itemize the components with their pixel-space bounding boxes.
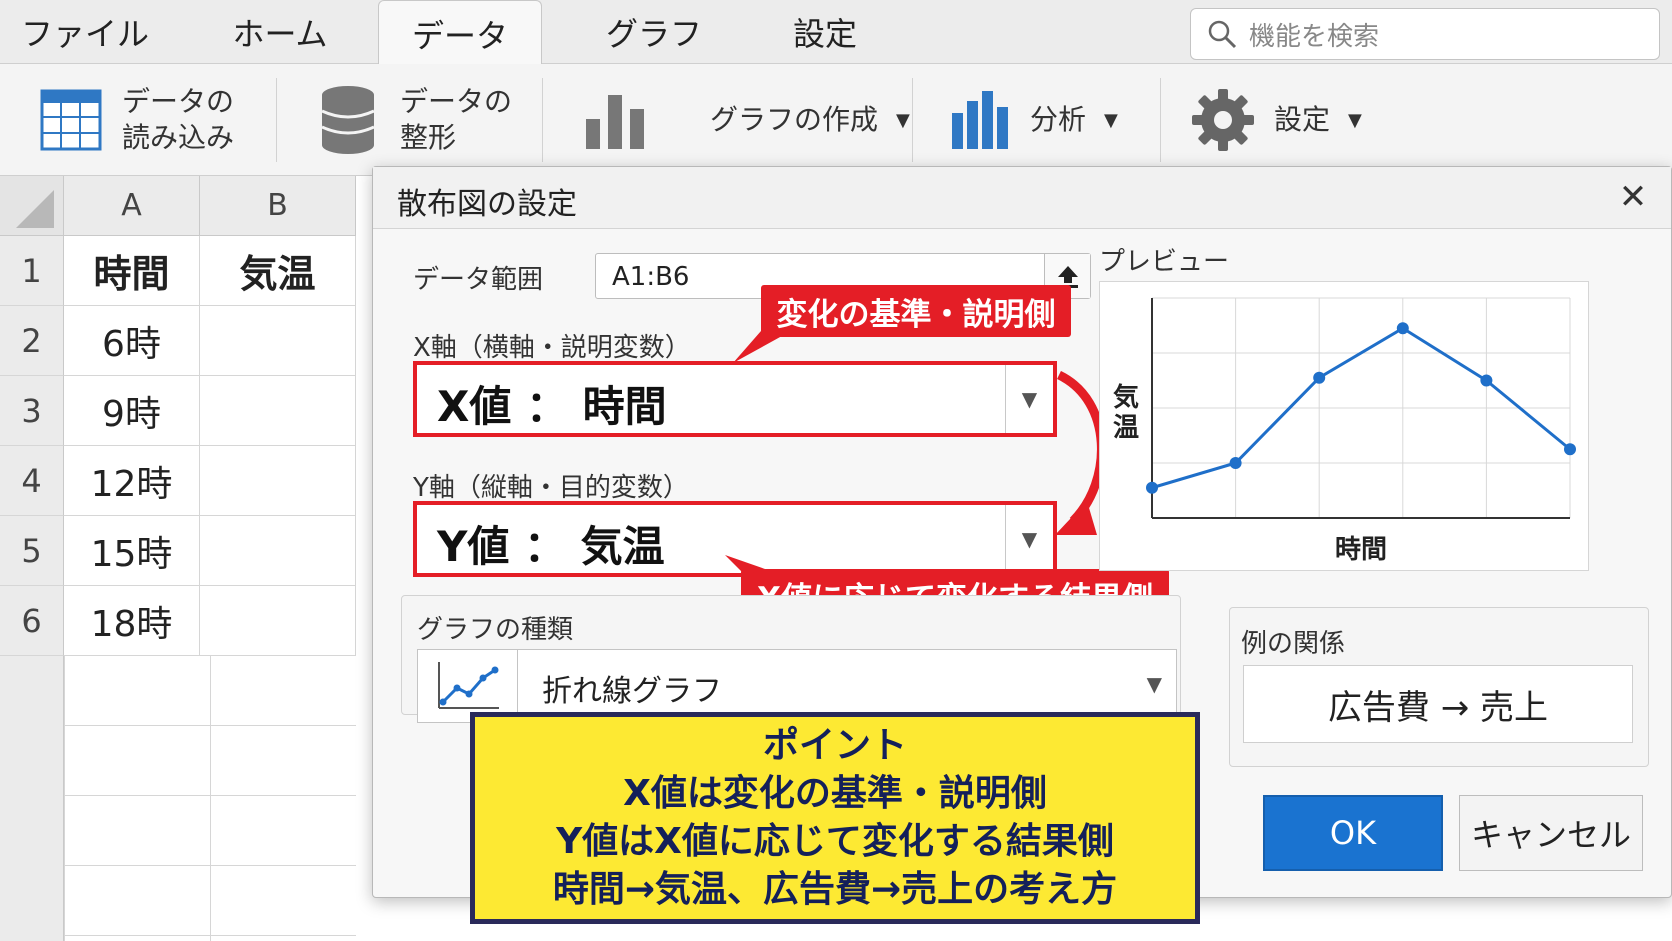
search-placeholder: 機能を検索: [1249, 21, 1380, 52]
load-data-button[interactable]: データの 読み込み: [40, 64, 234, 176]
tab-settings[interactable]: 設定: [770, 0, 880, 64]
cell-b[interactable]: [200, 586, 356, 656]
shape-data-button[interactable]: データの 整形: [320, 64, 512, 176]
point-line: Y値はX値に応じて変化する結果側: [556, 821, 1114, 862]
row-header-empty: [0, 656, 64, 941]
range-value: A1:B6: [612, 262, 690, 292]
analysis-button[interactable]: 分析 ▼: [950, 64, 1118, 176]
y-axis-label: 温: [1113, 413, 1139, 443]
shape-data-label-2: 整形: [400, 121, 457, 154]
data-point: [1313, 371, 1326, 384]
close-icon[interactable]: ✕: [1613, 177, 1653, 217]
ribbon-divider: [542, 78, 543, 162]
ribbon-divider: [912, 78, 913, 162]
range-label: データ範囲: [413, 265, 544, 295]
cell-b[interactable]: 気温: [200, 236, 356, 306]
preview-chart-box: 時間 気温: [1099, 281, 1589, 571]
cell-a[interactable]: 時間: [64, 236, 200, 306]
row-header[interactable]: 1: [0, 236, 64, 306]
preview-panel: プレビュー 時間 気温: [1099, 241, 1659, 617]
y-callout-pointer: [725, 555, 765, 575]
create-chart-label: グラフの作成: [710, 103, 879, 136]
cell-a[interactable]: 9時: [64, 376, 200, 446]
gear-icon: [1192, 89, 1254, 151]
chart-type-value: 折れ線グラフ: [542, 674, 722, 709]
x-callout-pointer: [733, 331, 791, 363]
cell-b[interactable]: [200, 516, 356, 586]
menu-bar: ファイル ホーム データ グラフ 設定 機能を検索: [0, 0, 1672, 66]
grid-area: [64, 656, 356, 941]
point-callout-box: ポイント X値は変化の基準・説明側 Y値はX値に応じて変化する結果側 時間→気温…: [470, 712, 1200, 924]
x-value: X値 ： 時間: [437, 382, 667, 431]
cell-a[interactable]: 15時: [64, 516, 200, 586]
cell-b[interactable]: [200, 306, 356, 376]
search-input[interactable]: 機能を検索: [1190, 8, 1660, 60]
data-point: [1146, 481, 1158, 494]
column-header-b[interactable]: B: [200, 176, 356, 236]
load-data-label-2: 読み込み: [122, 121, 235, 154]
x-axis-label: 時間: [1335, 535, 1387, 565]
chevron-down-icon: ▼: [1104, 109, 1118, 131]
database-icon: [321, 86, 375, 154]
example-value: 広告費 → 売上: [1243, 665, 1633, 743]
row-header[interactable]: 4: [0, 446, 64, 516]
corner-triangle-icon: [16, 190, 54, 228]
point-heading: ポイント: [762, 725, 907, 766]
chevron-down-icon: ▼: [896, 109, 910, 131]
preview-chart: 時間 気温: [1113, 297, 1576, 565]
cell-a[interactable]: 18時: [64, 586, 200, 656]
data-point: [1480, 374, 1493, 387]
cancel-button[interactable]: キャンセル: [1459, 795, 1643, 871]
x-value-select[interactable]: X値 ： 時間 ▼: [413, 361, 1057, 437]
load-data-label-1: データの: [122, 85, 235, 118]
chevron-down-icon: ▼: [1005, 365, 1053, 433]
cell-a[interactable]: 12時: [64, 446, 200, 516]
chevron-down-icon: ▼: [1348, 109, 1362, 131]
cell-b[interactable]: [200, 376, 356, 446]
tab-file[interactable]: ファイル: [20, 0, 150, 64]
analysis-chart-icon: [952, 91, 1008, 149]
cell-b[interactable]: [200, 446, 356, 516]
search-icon: [1208, 20, 1237, 49]
chevron-down-icon: ▼: [1146, 672, 1162, 696]
example-label: 例の関係: [1241, 629, 1346, 659]
dialog-title-bar: 散布図の設定 ✕: [373, 167, 1671, 229]
ribbon-divider: [1160, 78, 1161, 162]
column-header-a[interactable]: A: [64, 176, 200, 236]
row-header[interactable]: 6: [0, 586, 64, 656]
ribbon: データの 読み込み データの 整形 グラフの作成 ▼ 分析 ▼ 設定 ▼: [0, 64, 1672, 176]
row-header[interactable]: 2: [0, 306, 64, 376]
y-value: Y値 ： 気温: [437, 522, 665, 571]
y-axis-label: 気: [1113, 382, 1139, 413]
create-chart-button[interactable]: グラフの作成 ▼: [584, 64, 910, 176]
x-callout: 変化の基準・説明側: [761, 285, 1071, 337]
settings-label: 設定: [1274, 103, 1331, 136]
chart-type-label: グラフの種類: [417, 615, 574, 645]
point-line: 時間→気温、広告費→売上の考え方: [552, 869, 1118, 910]
select-all-corner[interactable]: [0, 176, 64, 236]
dialog-title: 散布図の設定: [397, 187, 577, 222]
preview-label: プレビュー: [1099, 247, 1230, 277]
ok-button[interactable]: OK: [1263, 795, 1443, 871]
x-axis-label: X軸（横軸・説明変数）: [413, 333, 691, 363]
row-header[interactable]: 3: [0, 376, 64, 446]
tab-data[interactable]: データ: [378, 0, 542, 66]
tab-home[interactable]: ホーム: [210, 0, 350, 64]
cell-a[interactable]: 6時: [64, 306, 200, 376]
analysis-label: 分析: [1030, 103, 1087, 136]
data-point: [1396, 322, 1409, 335]
tab-chart[interactable]: グラフ: [584, 0, 724, 64]
point-line: X値は変化の基準・説明側: [623, 773, 1047, 814]
ribbon-divider: [276, 78, 277, 162]
row-header[interactable]: 5: [0, 516, 64, 586]
y-axis-label: Y軸（縦軸・目的変数）: [413, 473, 689, 503]
shape-data-label-1: データの: [400, 85, 513, 118]
settings-button[interactable]: 設定 ▼: [1192, 64, 1362, 176]
bar-chart-icon: [586, 95, 644, 149]
data-point: [1564, 443, 1576, 456]
data-point: [1229, 457, 1242, 469]
table-icon: [40, 89, 102, 151]
chevron-down-icon: ▼: [1005, 505, 1053, 573]
